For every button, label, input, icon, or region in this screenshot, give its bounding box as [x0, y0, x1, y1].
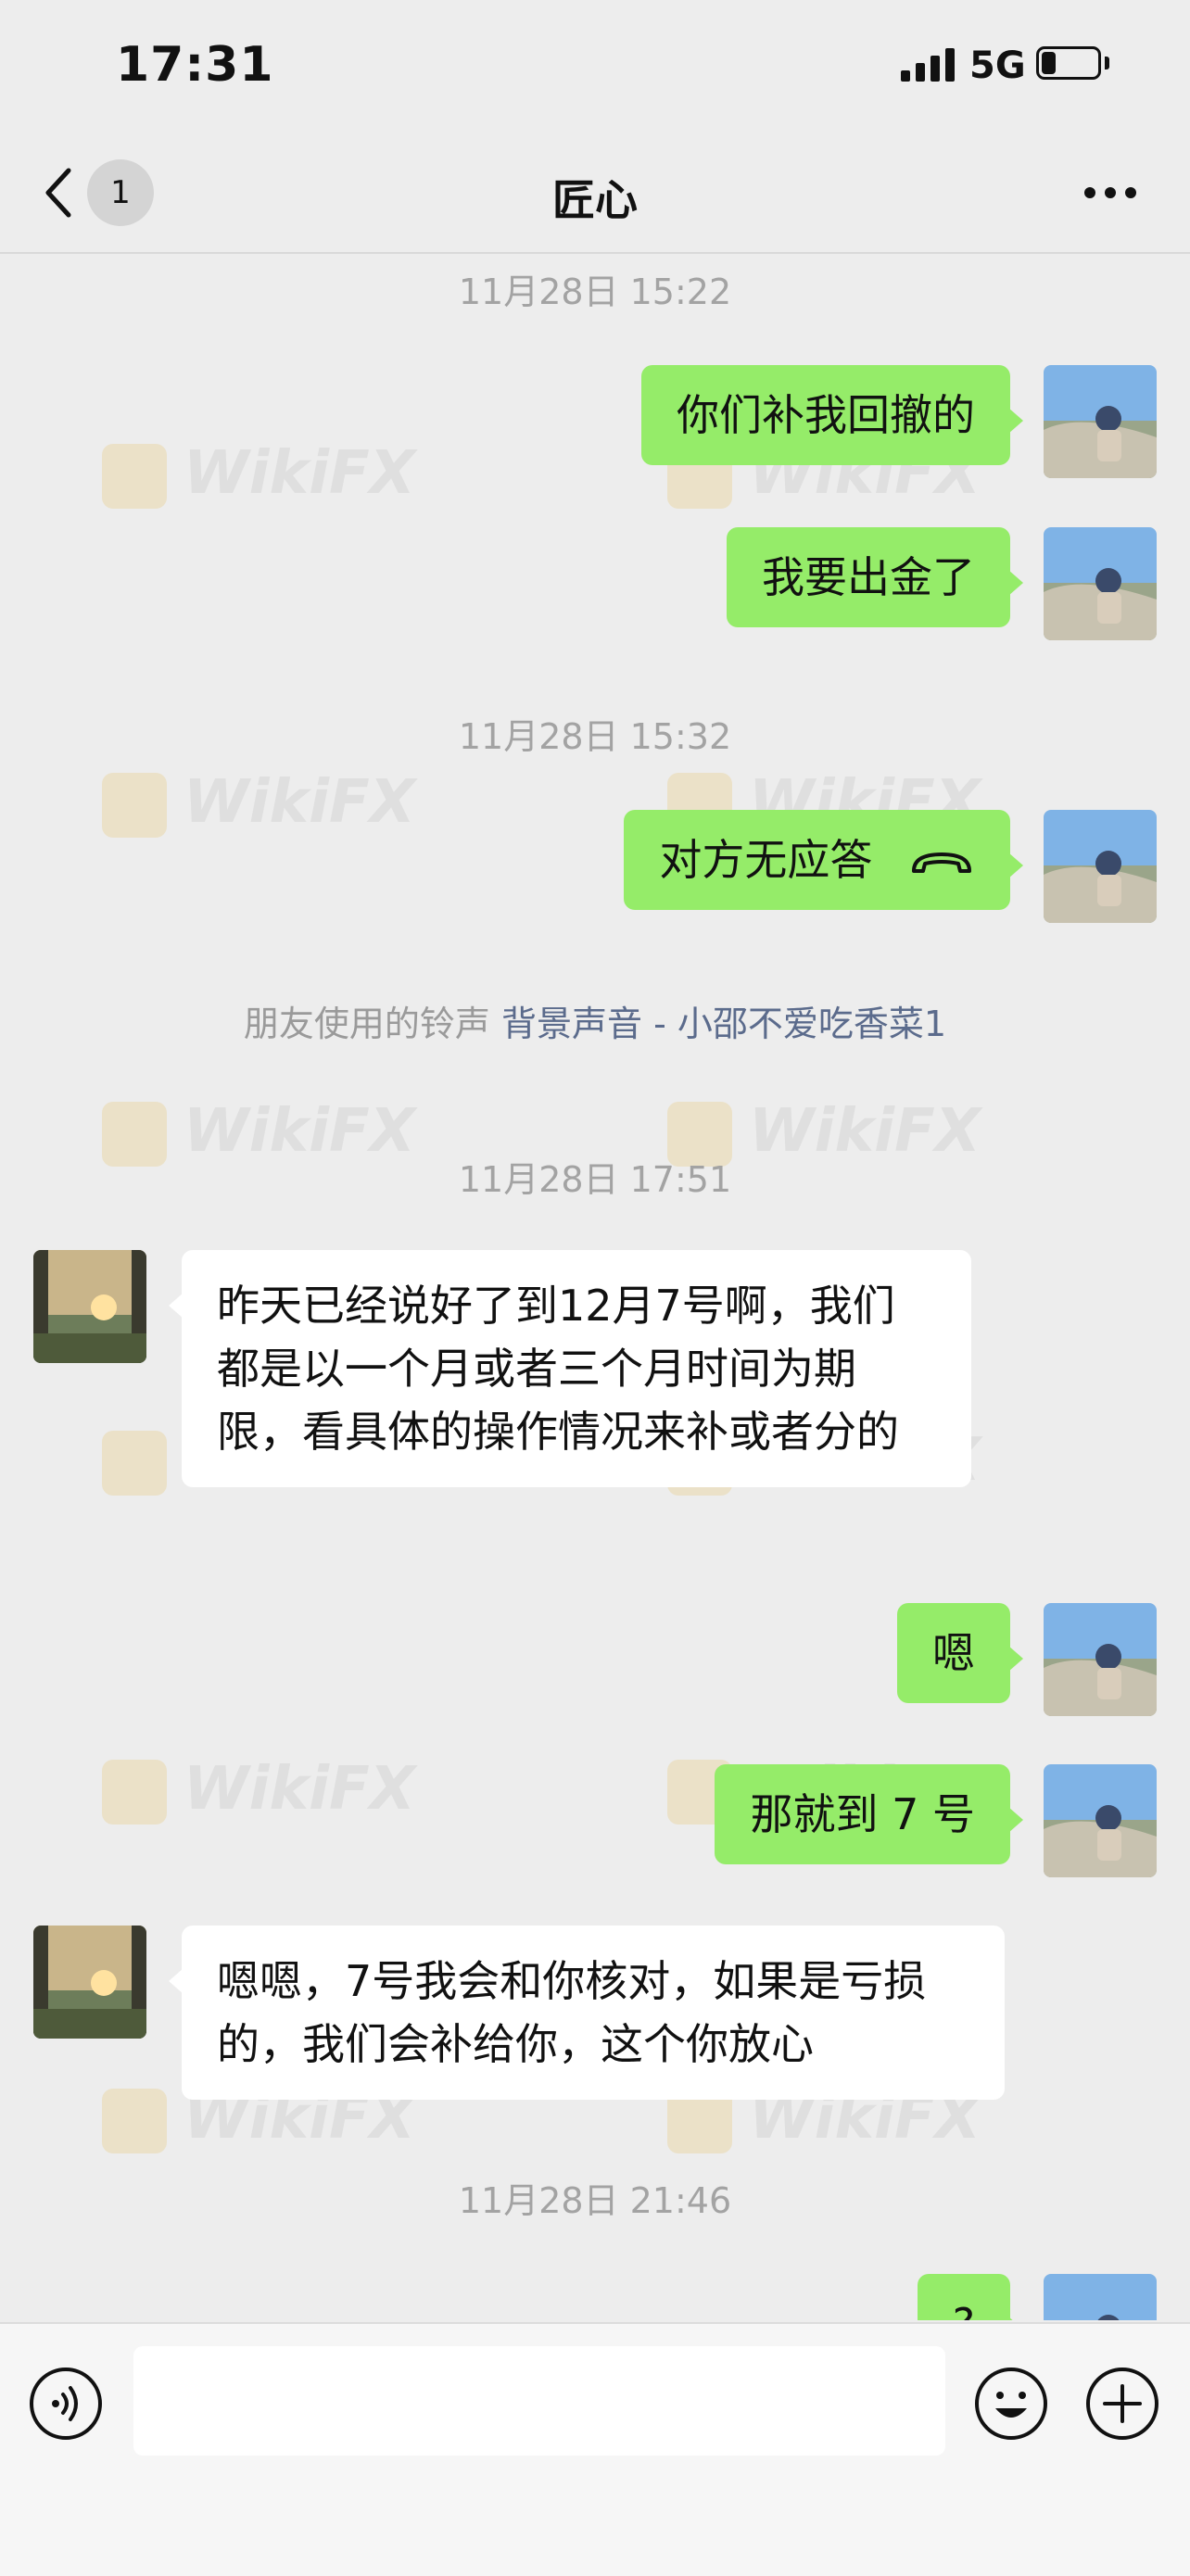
message-bubble-sent[interactable]: 你们补我回撤的 — [641, 365, 1023, 465]
ringtone-note: 朋友使用的铃声 背景声音 - 小邵不爱吃香菜1 — [0, 995, 1190, 1046]
my-avatar[interactable] — [1044, 1603, 1157, 1716]
timestamp: 11月28日 15:32 — [458, 716, 732, 757]
my-avatar[interactable] — [1044, 2274, 1157, 2320]
my-avatar[interactable] — [1044, 365, 1157, 478]
emoji-icon[interactable] — [973, 2366, 1049, 2442]
unread-badge[interactable]: 1 — [87, 159, 154, 226]
my-avatar[interactable] — [1044, 527, 1157, 640]
chat-area[interactable]: WikiFX WikiFX WikiFX WikiFX WikiFX WikiF… — [0, 254, 1190, 2320]
my-avatar[interactable] — [1044, 810, 1157, 923]
watermark: WikiFX — [102, 1755, 415, 1825]
hangup-phone-icon — [912, 852, 971, 873]
chat-title: 匠心 — [552, 175, 638, 225]
battery-cap — [1105, 57, 1109, 69]
my-avatar[interactable] — [1044, 1764, 1157, 1877]
chevron-left-icon[interactable] — [44, 167, 72, 219]
message-bubble-sent[interactable]: ? — [917, 2274, 1024, 2320]
message-bubble-received[interactable]: 昨天已经说好了到12月7号啊，我们都是以一个月或者三个月时间为期限，看具体的操作… — [169, 1250, 971, 1487]
ringtone-link[interactable]: 背景声音 - 小邵不爱吃香菜1 — [501, 1004, 946, 1044]
contact-avatar[interactable] — [33, 1250, 146, 1363]
more-dots-icon[interactable] — [1084, 185, 1138, 200]
ringtone-prefix: 朋友使用的铃声 — [243, 1004, 490, 1044]
timestamp: 11月28日 15:22 — [458, 271, 732, 312]
voice-icon[interactable] — [28, 2366, 104, 2442]
message-bubble-sent[interactable]: 嗯 — [897, 1603, 1023, 1703]
battery-icon — [1036, 46, 1101, 80]
status-time: 17:31 — [116, 37, 274, 93]
call-record-bubble[interactable]: 对方无应答 — [624, 810, 1023, 910]
plus-icon[interactable] — [1084, 2366, 1160, 2442]
message-bubble-sent[interactable]: 那就到 7 号 — [715, 1764, 1023, 1864]
signal-strength-icon — [901, 48, 960, 82]
network-type: 5G — [969, 44, 1026, 87]
message-input[interactable] — [133, 2346, 945, 2456]
watermark: WikiFX — [102, 768, 415, 839]
timestamp: 11月28日 21:46 — [458, 2180, 732, 2221]
status-bar: 17:31 5G — [0, 0, 1190, 139]
call-status-text: 对方无应答 — [659, 835, 873, 885]
battery-level — [1042, 52, 1056, 74]
contact-avatar[interactable] — [33, 1926, 146, 2039]
watermark: WikiFX — [102, 439, 415, 510]
message-bubble-received[interactable]: 嗯嗯，7号我会和你核对，如果是亏损的，我们会补给你，这个你放心 — [169, 1926, 1005, 2100]
timestamp: 11月28日 17:51 — [458, 1159, 732, 1200]
message-bubble-sent[interactable]: 我要出金了 — [727, 527, 1023, 627]
